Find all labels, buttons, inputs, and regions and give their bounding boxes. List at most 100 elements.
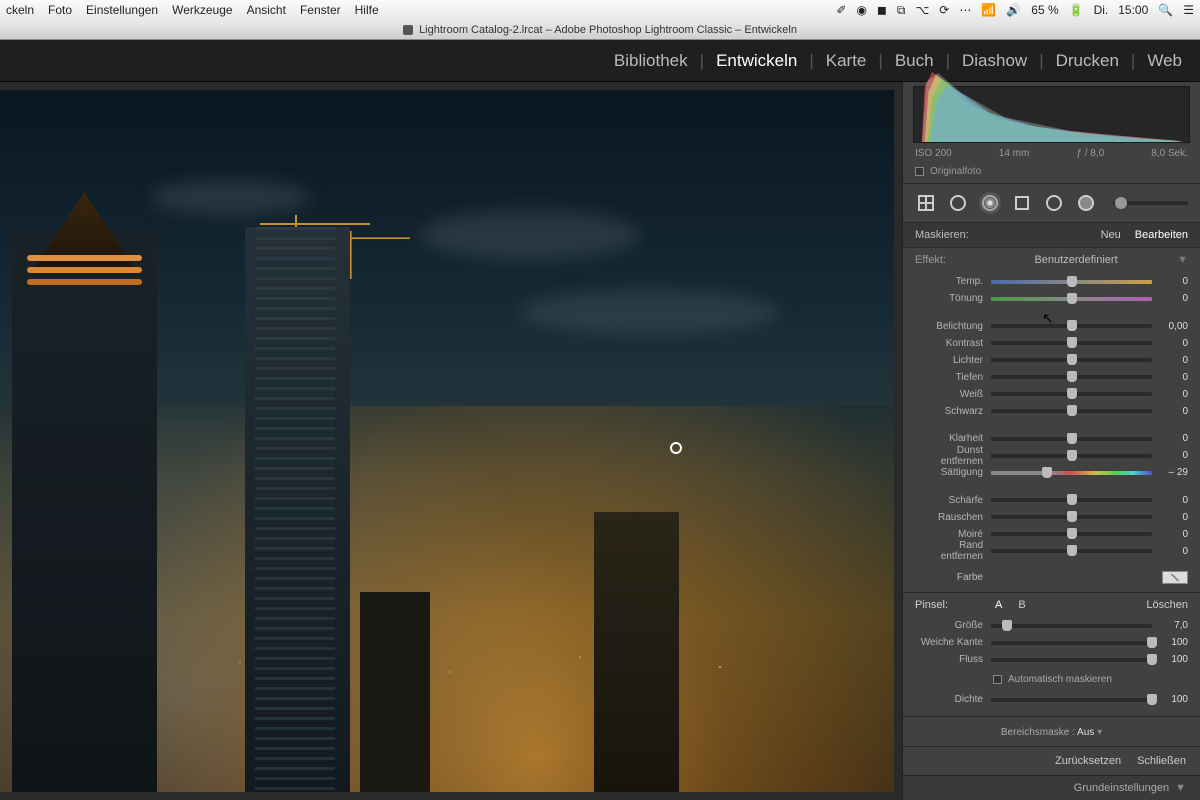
slider-knob[interactable] (1067, 388, 1077, 399)
slider-knob[interactable] (1067, 320, 1077, 331)
slider-value[interactable]: 0 (1152, 529, 1188, 540)
presence-slider-dunstentfernen[interactable]: Dunst entfernen0 (903, 447, 1200, 464)
radial-gradient-tool[interactable] (1043, 192, 1065, 214)
chevron-down-icon[interactable]: ▼ (1177, 254, 1188, 266)
wifi-icon[interactable]: 📶 (981, 3, 996, 17)
menu-hilfe[interactable]: Hilfe (355, 3, 379, 17)
slider-knob[interactable] (1002, 620, 1012, 631)
slider-knob[interactable] (1067, 337, 1077, 348)
slider-value[interactable]: 0 (1152, 293, 1188, 304)
brush-slider-fluss[interactable]: Fluss100 (903, 651, 1200, 668)
detail-slider-rauschen[interactable]: Rauschen0 (903, 509, 1200, 526)
slider-knob[interactable] (1067, 405, 1077, 416)
slider-value[interactable]: 100 (1152, 654, 1188, 665)
menu-ansicht[interactable]: Ansicht (247, 3, 286, 17)
brush-b[interactable]: B (1018, 599, 1025, 611)
slider-knob[interactable] (1067, 494, 1077, 505)
wb-slider-tnung[interactable]: Tönung0 (903, 290, 1200, 307)
chevron-down-icon[interactable]: ▼ (1175, 782, 1186, 794)
slider-value[interactable]: 0 (1152, 495, 1188, 506)
auto-mask-toggle[interactable]: Automatisch maskieren (903, 671, 1200, 688)
slider-value[interactable]: 0 (1152, 276, 1188, 287)
slider-knob[interactable] (1067, 293, 1077, 304)
color-row[interactable]: Farbe (903, 567, 1200, 588)
slider-knob[interactable] (1067, 276, 1077, 287)
slider-value[interactable]: 0 (1152, 406, 1188, 417)
menu-werkzeuge[interactable]: Werkzeuge (172, 3, 232, 17)
effect-row[interactable]: Effekt: Benutzerdefiniert ▼ (903, 248, 1200, 270)
slider-value[interactable]: 100 (1152, 694, 1188, 705)
slider-knob[interactable] (1147, 637, 1157, 648)
menu-einstellungen[interactable]: Einstellungen (86, 3, 158, 17)
menu-ckeln[interactable]: ckeln (6, 3, 34, 17)
volume-icon[interactable]: 🔊 (1006, 3, 1021, 17)
brush-slider-gre[interactable]: Größe7,0 (903, 617, 1200, 634)
slider-value[interactable]: 0 (1152, 338, 1188, 349)
module-bibliothek[interactable]: Bibliothek (614, 51, 688, 71)
brush-a[interactable]: A (995, 599, 1002, 611)
brush-tool[interactable] (979, 192, 1001, 214)
tone-slider-tiefen[interactable]: Tiefen0 (903, 369, 1200, 386)
slider-value[interactable]: 0 (1152, 389, 1188, 400)
slider-value[interactable]: 0 (1152, 372, 1188, 383)
tone-slider-lichter[interactable]: Lichter0 (903, 352, 1200, 369)
presence-slider-sttigung[interactable]: Sättigung– 29 (903, 464, 1200, 481)
slider-knob[interactable] (1147, 694, 1157, 705)
close-button[interactable]: Schließen (1137, 755, 1186, 767)
slider-knob[interactable] (1067, 450, 1077, 461)
brush-delete[interactable]: Löschen (1146, 599, 1188, 611)
slider-knob[interactable] (1042, 467, 1052, 478)
dropdown-icon[interactable]: ⋯ (959, 3, 971, 17)
original-photo-toggle[interactable]: Originalfoto (903, 162, 1200, 184)
menu-fenster[interactable]: Fenster (300, 3, 341, 17)
slider-value[interactable]: 0 (1152, 450, 1188, 461)
stop-icon[interactable]: ◼ (877, 3, 887, 17)
slider-knob[interactable] (1067, 354, 1077, 365)
slider-knob[interactable] (1067, 371, 1077, 382)
tone-slider-wei[interactable]: Weiß0 (903, 386, 1200, 403)
tone-slider-belichtung[interactable]: Belichtung0,00 (903, 318, 1200, 335)
basic-panel-header[interactable]: Grundeinstellungen ▼ (903, 775, 1200, 800)
menu-icon[interactable]: ☰ (1183, 3, 1194, 17)
checkbox-icon[interactable] (915, 167, 924, 176)
spotlight-icon[interactable]: 🔍 (1158, 3, 1173, 17)
range-tool[interactable] (1075, 192, 1097, 214)
brush-slider-weichekante[interactable]: Weiche Kante100 (903, 634, 1200, 651)
slider-value[interactable]: 0 (1152, 512, 1188, 523)
color-swatch[interactable] (1162, 571, 1188, 584)
cc-icon[interactable]: ◉ (856, 3, 866, 17)
adjustment-pin[interactable] (670, 442, 682, 454)
histogram[interactable] (913, 86, 1190, 143)
slider-knob[interactable] (1067, 528, 1077, 539)
sync-icon[interactable]: ⟳ (939, 3, 949, 17)
module-entwickeln[interactable]: Entwickeln (716, 51, 797, 71)
slider-value[interactable]: 0 (1152, 433, 1188, 444)
reset-button[interactable]: Zurücksetzen (1055, 755, 1121, 767)
gradient-tool[interactable] (1011, 192, 1033, 214)
slider-value[interactable]: 7,0 (1152, 620, 1188, 631)
detail-slider-randentfernen[interactable]: Rand entfernen0 (903, 543, 1200, 560)
slider-value[interactable]: 100 (1152, 637, 1188, 648)
slider-value[interactable]: 0,00 (1152, 321, 1188, 332)
detail-slider-schrfe[interactable]: Schärfe0 (903, 492, 1200, 509)
slider-knob[interactable] (1067, 545, 1077, 556)
slider-value[interactable]: 0 (1152, 546, 1188, 557)
tone-slider-schwarz[interactable]: Schwarz0 (903, 403, 1200, 420)
crop-tool[interactable] (915, 192, 937, 214)
slider-value[interactable]: 0 (1152, 355, 1188, 366)
slider-knob[interactable] (1067, 433, 1077, 444)
radial-tool[interactable] (947, 192, 969, 214)
slider-value[interactable]: – 29 (1152, 467, 1188, 478)
range-mask-row[interactable]: Bereichsmaske : Aus ▾ (903, 716, 1200, 746)
slider-knob[interactable] (1147, 654, 1157, 665)
module-karte[interactable]: Karte (826, 51, 867, 71)
brush-slider-dichte[interactable]: Dichte100 (903, 691, 1200, 708)
mask-new[interactable]: Neu (1101, 229, 1121, 241)
display-icon[interactable]: ⌥ (915, 3, 929, 17)
tool-size-slider[interactable] (1113, 201, 1188, 205)
checkbox-icon[interactable] (993, 675, 1002, 684)
menu-foto[interactable]: Foto (48, 3, 72, 17)
mask-edit[interactable]: Bearbeiten (1135, 229, 1188, 241)
slider-knob[interactable] (1067, 511, 1077, 522)
image-canvas[interactable] (0, 82, 902, 800)
